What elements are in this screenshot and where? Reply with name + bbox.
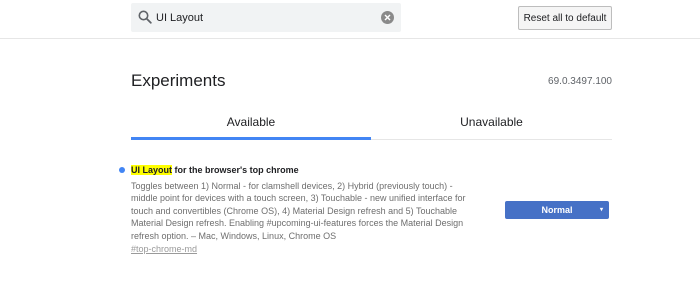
active-tab-indicator xyxy=(131,137,371,140)
select-value: Normal xyxy=(541,205,573,215)
tab-available[interactable]: Available xyxy=(131,106,371,138)
experiment-state-select[interactable]: Normal ▾ xyxy=(505,201,609,219)
experiment-name-rest: for the browser's top chrome xyxy=(172,165,299,175)
page-title: Experiments xyxy=(131,71,226,90)
search-highlight: UI Layout xyxy=(131,165,173,175)
search-input[interactable] xyxy=(156,7,376,28)
version-label: 69.0.3497.100 xyxy=(548,76,612,87)
search-box[interactable] xyxy=(131,3,401,32)
experiment-description: Toggles between 1) Normal - for clamshel… xyxy=(131,181,466,241)
experiment-status-dot xyxy=(119,167,125,173)
tab-bar: Available Unavailable xyxy=(131,106,612,140)
tab-unavailable[interactable]: Unavailable xyxy=(371,106,612,138)
reset-all-button[interactable]: Reset all to default xyxy=(518,6,612,30)
chevron-down-icon: ▾ xyxy=(599,207,603,213)
experiment-permalink[interactable]: #top-chrome-md xyxy=(131,243,197,255)
search-icon xyxy=(138,10,152,24)
top-toolbar: Reset all to default xyxy=(0,0,700,39)
experiment-name: UI Layout for the browser's top chrome xyxy=(131,164,299,176)
close-icon[interactable] xyxy=(381,11,394,24)
